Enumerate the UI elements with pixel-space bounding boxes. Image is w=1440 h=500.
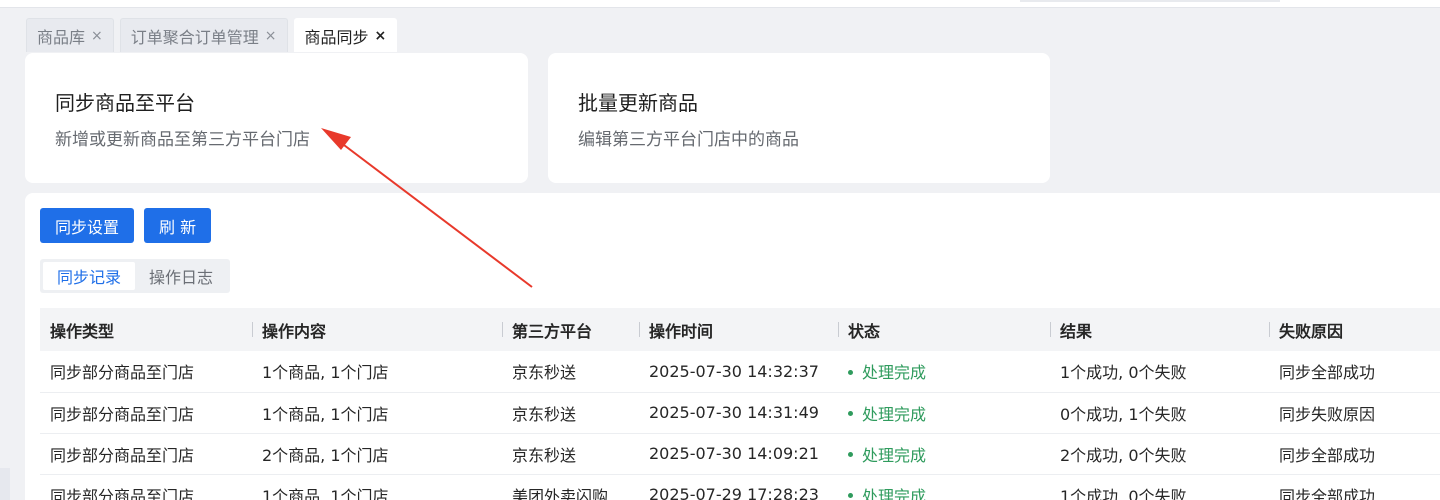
tab-label: 商品同步 <box>304 27 369 47</box>
close-icon[interactable]: × <box>91 28 103 44</box>
status-dot-icon <box>848 493 853 498</box>
operation-content-link[interactable]: 1个商品, 1个门店 <box>252 351 502 393</box>
result: 1个成功, 0个失败 <box>1050 474 1269 500</box>
tab-label: 商品库 <box>37 27 86 47</box>
column-header: 操作时间 <box>639 308 838 351</box>
platform: 京东秒送 <box>502 351 639 393</box>
operation-content-link[interactable]: 1个商品, 1个门店 <box>252 474 502 500</box>
record-type-switch: 同步记录 操作日志 <box>40 259 231 293</box>
sync-settings-button[interactable]: 同步设置 <box>40 208 135 243</box>
card-title: 批量更新商品 <box>578 91 698 115</box>
batch-update-card[interactable]: 批量更新商品 编辑第三方平台门店中的商品 <box>548 53 1050 183</box>
result: 0个成功, 1个失败 <box>1050 392 1269 434</box>
status-dot-icon <box>848 369 853 375</box>
top-bar <box>0 0 1440 8</box>
operation-content-link[interactable]: 2个商品, 1个门店 <box>252 433 502 475</box>
top-search-hint <box>1020 0 1280 2</box>
operation-time: 2025-07-30 14:09:21 <box>639 433 838 475</box>
column-header: 第三方平台 <box>502 308 639 351</box>
failure-reason: 同步全部成功 <box>1269 474 1440 500</box>
status: 处理完成 <box>838 351 1050 393</box>
status: 处理完成 <box>838 474 1050 500</box>
table-row: 同步部分商品至门店 1个商品, 1个门店 京东秒送 2025-07-30 14:… <box>40 351 1440 393</box>
table-row: 同步部分商品至门店 1个商品, 1个门店 美团外卖闪购 2025-07-29 1… <box>40 474 1440 500</box>
sync-to-platform-card[interactable]: 同步商品至平台 新增或更新商品至第三方平台门店 <box>25 53 528 183</box>
status-dot-icon <box>848 411 853 416</box>
status: 处理完成 <box>838 392 1050 434</box>
tab-sync-records[interactable]: 同步记录 <box>43 262 136 290</box>
close-icon[interactable]: × <box>375 28 387 44</box>
operation-time: 2025-07-30 14:31:49 <box>639 392 838 434</box>
failure-reason: 同步全部成功 <box>1269 433 1440 475</box>
platform: 京东秒送 <box>502 433 639 475</box>
column-header: 操作类型 <box>40 308 252 351</box>
operation-content-link[interactable]: 1个商品, 1个门店 <box>252 392 502 434</box>
left-edge-handle <box>0 468 10 500</box>
column-header: 状态 <box>838 308 1050 351</box>
column-header: 失败原因 <box>1269 308 1440 351</box>
operation-time: 2025-07-30 14:32:37 <box>639 351 838 393</box>
tab-operation-logs[interactable]: 操作日志 <box>135 262 227 290</box>
tab-label: 订单聚合订单管理 <box>130 27 259 47</box>
tab-product-library[interactable]: 商品库 × <box>26 18 114 52</box>
result: 1个成功, 0个失败 <box>1050 351 1269 393</box>
failure-reason-link[interactable]: 同步失败原因 <box>1269 392 1440 434</box>
records-panel: 同步设置 刷 新 同步记录 操作日志 操作类型 操作内容 第三方平台 操作时间 … <box>25 193 1440 500</box>
sync-records-table: 操作类型 操作内容 第三方平台 操作时间 状态 结果 失败原因 同步部分商品至门… <box>40 308 1440 500</box>
platform: 京东秒送 <box>502 392 639 434</box>
table-row: 同步部分商品至门店 2个商品, 1个门店 京东秒送 2025-07-30 14:… <box>40 433 1440 475</box>
tab-order-management[interactable]: 订单聚合订单管理 × <box>119 18 288 52</box>
refresh-button[interactable]: 刷 新 <box>144 208 212 243</box>
card-description: 新增或更新商品至第三方平台门店 <box>55 130 310 150</box>
failure-reason: 同步全部成功 <box>1269 351 1440 393</box>
status-dot-icon <box>848 452 853 457</box>
card-title: 同步商品至平台 <box>55 91 195 115</box>
result: 2个成功, 0个失败 <box>1050 433 1269 475</box>
column-header: 结果 <box>1050 308 1269 351</box>
close-icon[interactable]: × <box>265 28 277 44</box>
toolbar: 同步设置 刷 新 <box>40 208 212 243</box>
table-row: 同步部分商品至门店 1个商品, 1个门店 京东秒送 2025-07-30 14:… <box>40 392 1440 434</box>
platform: 美团外卖闪购 <box>502 474 639 500</box>
operation-type: 同步部分商品至门店 <box>40 433 252 475</box>
tab-product-sync[interactable]: 商品同步 × <box>293 18 398 52</box>
operation-type: 同步部分商品至门店 <box>40 474 252 500</box>
status: 处理完成 <box>838 433 1050 475</box>
operation-type: 同步部分商品至门店 <box>40 392 252 434</box>
table-header-row: 操作类型 操作内容 第三方平台 操作时间 状态 结果 失败原因 <box>40 308 1440 351</box>
operation-type: 同步部分商品至门店 <box>40 351 252 393</box>
card-description: 编辑第三方平台门店中的商品 <box>578 130 799 150</box>
column-header: 操作内容 <box>252 308 502 351</box>
operation-time: 2025-07-29 17:28:23 <box>639 474 838 500</box>
tab-bar: 商品库 × 订单聚合订单管理 × 商品同步 × <box>26 18 398 52</box>
